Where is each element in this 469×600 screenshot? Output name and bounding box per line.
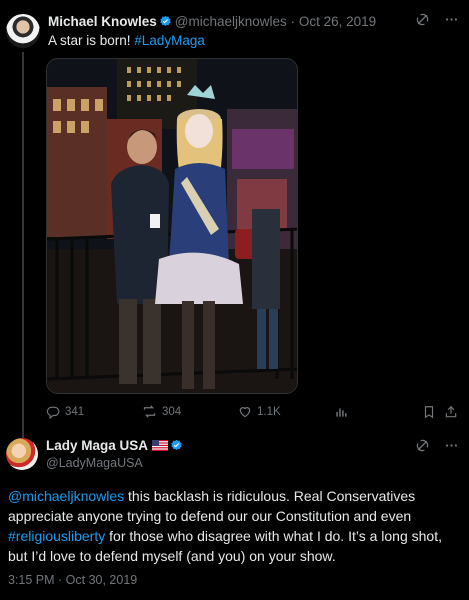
- more-options-icon[interactable]: [444, 12, 459, 27]
- analytics-icon: [336, 408, 347, 417]
- like-count: 1.1K: [257, 405, 281, 418]
- grok-icon[interactable]: [415, 438, 430, 453]
- reply-button[interactable]: 341: [46, 405, 142, 419]
- tweet-timestamp[interactable]: 3:15 PM · Oct 30, 2019: [8, 573, 137, 587]
- photo-scene: [47, 59, 297, 393]
- bookmark-icon: [424, 405, 434, 418]
- tweet-top-icons: [415, 438, 459, 453]
- author-name[interactable]: Michael Knowles: [48, 14, 157, 29]
- avatar[interactable]: [6, 438, 38, 470]
- tweet-date[interactable]: Oct 26, 2019: [299, 14, 376, 29]
- hashtag-link[interactable]: #LadyMaga: [134, 33, 205, 48]
- verified-badge-icon: [159, 15, 172, 31]
- share-icon: [445, 405, 457, 417]
- bookmark-button[interactable]: [422, 405, 444, 419]
- share-button[interactable]: [444, 405, 460, 419]
- tweet-lady-maga-usa[interactable]: Lady Maga USA @LadyMagaUSA @michaeljknow…: [0, 428, 469, 600]
- thread-connector-line: [22, 52, 24, 438]
- repost-icon: [143, 405, 156, 418]
- like-button[interactable]: 1.1K: [238, 405, 334, 419]
- tweet-header: Michael Knowles @michaeljknowles · Oct 26…: [48, 14, 376, 31]
- tweet-text-body: A star is born!: [48, 33, 135, 48]
- views-button[interactable]: [334, 405, 422, 419]
- heart-icon: [239, 406, 251, 417]
- author-handle[interactable]: @michaeljknowles: [175, 14, 287, 29]
- author-handle[interactable]: @LadyMagaUSA: [46, 456, 143, 470]
- reply-icon: [46, 406, 60, 419]
- more-options-icon[interactable]: [444, 438, 459, 453]
- hashtag-link[interactable]: #religiousliberty: [8, 528, 105, 544]
- tweet-text: A star is born! #LadyMaga: [48, 33, 205, 48]
- grok-icon[interactable]: [415, 12, 430, 27]
- tweet-actions: 341 304 1.1K: [46, 404, 461, 419]
- tweet-photo[interactable]: [46, 58, 298, 394]
- avatar[interactable]: [6, 14, 40, 48]
- tweet-top-icons: [415, 12, 459, 27]
- separator: ·: [290, 14, 296, 29]
- us-flag-icon: [152, 439, 169, 454]
- mention-link[interactable]: @michaeljknowles: [8, 488, 124, 504]
- reply-count: 341: [65, 405, 85, 418]
- repost-button[interactable]: 304: [142, 404, 238, 419]
- repost-count: 304: [162, 405, 182, 418]
- tweet-header: Lady Maga USA: [46, 438, 186, 455]
- author-name[interactable]: Lady Maga USA: [46, 438, 148, 453]
- tweet-michael-knowles[interactable]: Michael Knowles @michaeljknowles · Oct 26…: [0, 0, 469, 438]
- verified-badge-icon: [170, 439, 183, 455]
- tweet-text: @michaeljknowles this backlash is ridicu…: [8, 486, 463, 566]
